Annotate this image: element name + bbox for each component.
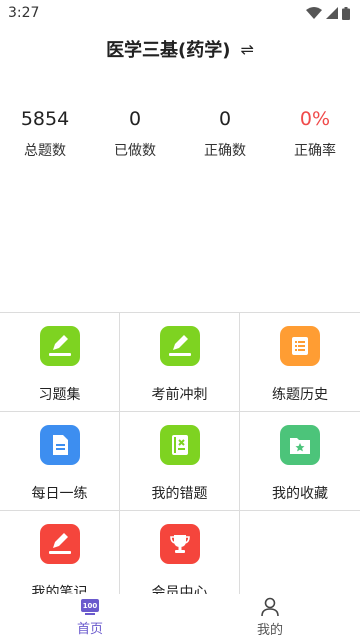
wifi-icon [306,7,322,19]
trophy-icon [159,524,200,564]
stat-done: 0 已做数 [90,104,180,160]
menu-item-label: 练题历史 [272,387,328,403]
status-icons [306,6,350,20]
menu-item-exercises[interactable]: 习题集 [0,313,120,412]
menu-item-wrong[interactable]: 我的错题 [120,412,240,511]
menu-item-label: 考前冲刺 [151,387,208,403]
stat-accuracy: 0% 正确率 [270,104,360,160]
menu-item-favorites[interactable]: 我的收藏 [240,412,360,511]
menu-item-label: 习题集 [38,387,81,403]
person-icon [261,597,279,617]
menu-item-label: 我的错题 [151,486,208,502]
stat-total: 5854 总题数 [0,104,90,160]
status-time: 3:27 [8,5,40,21]
switch-subject-icon[interactable]: ⇌ [241,40,254,59]
stat-value: 5854 [20,108,70,130]
stat-label: 正确数 [204,143,246,159]
error-book-icon [159,425,200,465]
stat-value: 0% [299,108,331,130]
signal-icon [326,7,338,19]
scroll-icon [280,326,320,366]
nav-tab-home[interactable]: 100 首页 [0,594,180,641]
pencil-icon [159,326,200,366]
menu-item-label: 会员中心 [151,585,208,594]
pencil-icon [39,524,80,564]
menu-item-label: 每日一练 [31,486,88,502]
stat-value: 0 [128,108,142,130]
stat-correct: 0 正确数 [180,104,270,160]
pencil-icon [39,326,80,366]
nav-tab-mine[interactable]: 我的 [180,594,360,641]
stat-label: 总题数 [24,143,66,159]
menu-item-daily[interactable]: 每日一练 [0,412,120,511]
menu-grid: 习题集 考前冲刺 练题历史 每日一练 我的错题 我的收藏 我的笔记 会员中心 [0,312,360,594]
menu-item-notes[interactable]: 我的笔记 [0,511,120,594]
bottom-nav: 100 首页 我的 [0,594,360,641]
stat-label: 正确率 [294,143,336,159]
menu-item-empty [240,511,360,594]
status-bar: 3:27 [0,0,360,26]
menu-item-label: 我的笔记 [31,585,88,594]
menu-item-sprint[interactable]: 考前冲刺 [120,313,240,412]
battery-icon [342,6,350,20]
menu-item-membership[interactable]: 会员中心 [120,511,240,594]
header: 医学三基(药学) ⇌ [0,34,360,64]
nav-label: 我的 [256,623,283,638]
star-folder-icon [280,425,320,465]
stats-row: 5854 总题数 0 已做数 0 正确数 0% 正确率 [0,104,360,160]
document-icon [39,425,80,465]
menu-item-label: 我的收藏 [272,486,328,502]
menu-item-history[interactable]: 练题历史 [240,313,360,412]
stat-label: 已做数 [114,143,156,159]
home-100-icon: 100 [81,599,99,615]
nav-label: 首页 [76,622,103,637]
svg-text:100: 100 [83,602,98,610]
stat-value: 0 [218,108,232,130]
page-title: 医学三基(药学) [106,40,231,61]
